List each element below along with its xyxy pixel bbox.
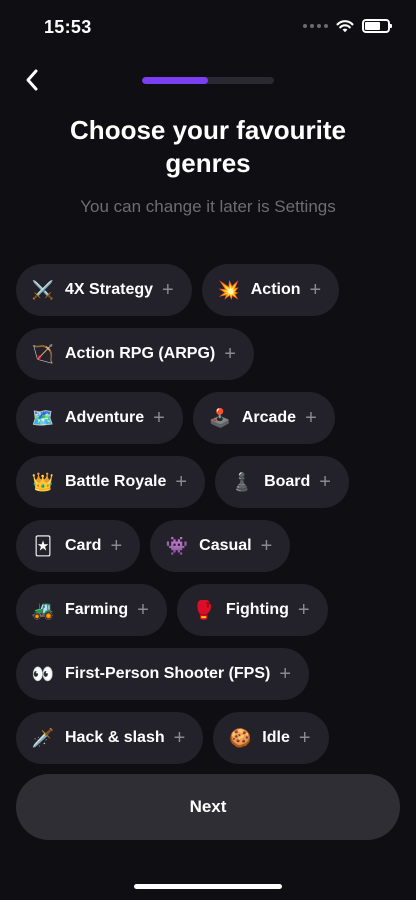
plus-icon: + bbox=[110, 535, 123, 557]
genre-chip-label: Card bbox=[65, 537, 102, 554]
joystick-icon: 🕹️ bbox=[208, 407, 232, 428]
chess-pawn-icon: ♟️ bbox=[230, 471, 254, 492]
battery-icon bbox=[362, 19, 392, 33]
plus-icon: + bbox=[175, 471, 188, 493]
genre-chip[interactable]: 👑 Battle Royale + bbox=[16, 456, 206, 508]
onboarding-progress-fill bbox=[142, 77, 208, 84]
plus-icon: + bbox=[309, 279, 322, 301]
genre-chip-label: Arcade bbox=[241, 409, 297, 426]
page-subtitle: You can change it later is Settings bbox=[80, 197, 336, 216]
next-button[interactable]: Next bbox=[16, 774, 400, 840]
bow-and-arrow-icon: 🏹 bbox=[31, 343, 55, 364]
cookie-icon: 🍪 bbox=[229, 727, 252, 748]
genre-chip[interactable]: 🚜 Farming + bbox=[16, 584, 167, 636]
plus-icon: + bbox=[162, 279, 174, 301]
genre-chip[interactable]: 🥊 Fighting + bbox=[176, 584, 328, 636]
genre-chip-label: Fighting bbox=[225, 601, 289, 618]
genre-chip-label: Battle Royale bbox=[65, 473, 167, 490]
plus-icon: + bbox=[260, 535, 273, 557]
dagger-icon: 🗡️ bbox=[31, 727, 55, 748]
plus-icon: + bbox=[298, 727, 311, 749]
genre-chip-label: Idle bbox=[262, 729, 290, 746]
wifi-icon bbox=[336, 20, 354, 33]
genre-chip[interactable]: 🃏 Card + bbox=[16, 520, 141, 572]
plus-icon: + bbox=[319, 471, 331, 493]
genre-chip[interactable]: 🗺️ Adventure + bbox=[16, 392, 183, 444]
genre-chip[interactable]: ⚔️ 4X Strategy + bbox=[16, 264, 192, 316]
genre-chip-label: Action RPG (ARPG) bbox=[65, 345, 216, 362]
playing-card-icon: 🃏 bbox=[33, 535, 53, 556]
genre-chip[interactable]: 👾 Casual + bbox=[150, 520, 291, 572]
genre-chip[interactable]: 🍪 Idle + bbox=[213, 712, 329, 764]
plus-icon: + bbox=[305, 407, 317, 429]
genre-chip-label: Casual bbox=[199, 537, 252, 554]
collision-icon: 💥 bbox=[217, 279, 240, 300]
tractor-icon: 🚜 bbox=[31, 599, 55, 620]
plus-icon: + bbox=[153, 407, 165, 429]
genre-chip[interactable]: 🕹️ Arcade + bbox=[192, 392, 335, 444]
boxing-glove-icon: 🥊 bbox=[192, 599, 216, 620]
genre-chip-list: ⚔️ 4X Strategy + 💥 Action + 🏹 Action RPG (ARPG)… bbox=[16, 264, 400, 764]
space-invader-icon: 👾 bbox=[165, 535, 189, 556]
cellular-signal-icon bbox=[303, 24, 328, 28]
plus-icon: + bbox=[279, 663, 292, 685]
plus-icon: + bbox=[224, 343, 236, 365]
plus-icon: + bbox=[137, 599, 149, 621]
chevron-left-icon bbox=[26, 69, 38, 91]
page-title: Choose your favourite genres bbox=[70, 115, 346, 178]
home-indicator bbox=[134, 884, 282, 889]
crown-icon: 👑 bbox=[31, 471, 55, 492]
plus-icon: + bbox=[173, 727, 186, 749]
genre-chip[interactable]: ♟️ Board + bbox=[215, 456, 349, 508]
status-bar: 15:53 bbox=[0, 0, 416, 56]
genre-chip-label: Action bbox=[250, 281, 301, 298]
world-map-icon: 🗺️ bbox=[31, 407, 55, 428]
eyes-icon: 👀 bbox=[31, 663, 55, 684]
genre-chip-label: Farming bbox=[65, 601, 129, 618]
genre-chip-label: Hack & slash bbox=[65, 729, 165, 746]
onboarding-progress-bar bbox=[142, 77, 274, 84]
genre-chip[interactable]: 💥 Action + bbox=[201, 264, 340, 316]
status-time: 15:53 bbox=[44, 17, 92, 37]
genre-chip-label: Adventure bbox=[65, 409, 145, 426]
genre-chip-label: Board bbox=[264, 473, 311, 490]
genre-chip[interactable]: 👀 First-Person Shooter (FPS) + bbox=[16, 648, 310, 700]
status-indicators bbox=[303, 19, 392, 33]
plus-icon: + bbox=[297, 599, 310, 621]
genre-chip[interactable]: 🏹 Action RPG (ARPG) + bbox=[16, 328, 254, 380]
genre-chip-label: First-Person Shooter (FPS) bbox=[65, 665, 271, 682]
genre-chip-label: 4X Strategy bbox=[65, 281, 154, 298]
back-button[interactable] bbox=[18, 66, 46, 94]
genre-chip[interactable]: 🗡️ Hack & slash + bbox=[16, 712, 204, 764]
crossed-swords-icon: ⚔️ bbox=[31, 279, 55, 300]
